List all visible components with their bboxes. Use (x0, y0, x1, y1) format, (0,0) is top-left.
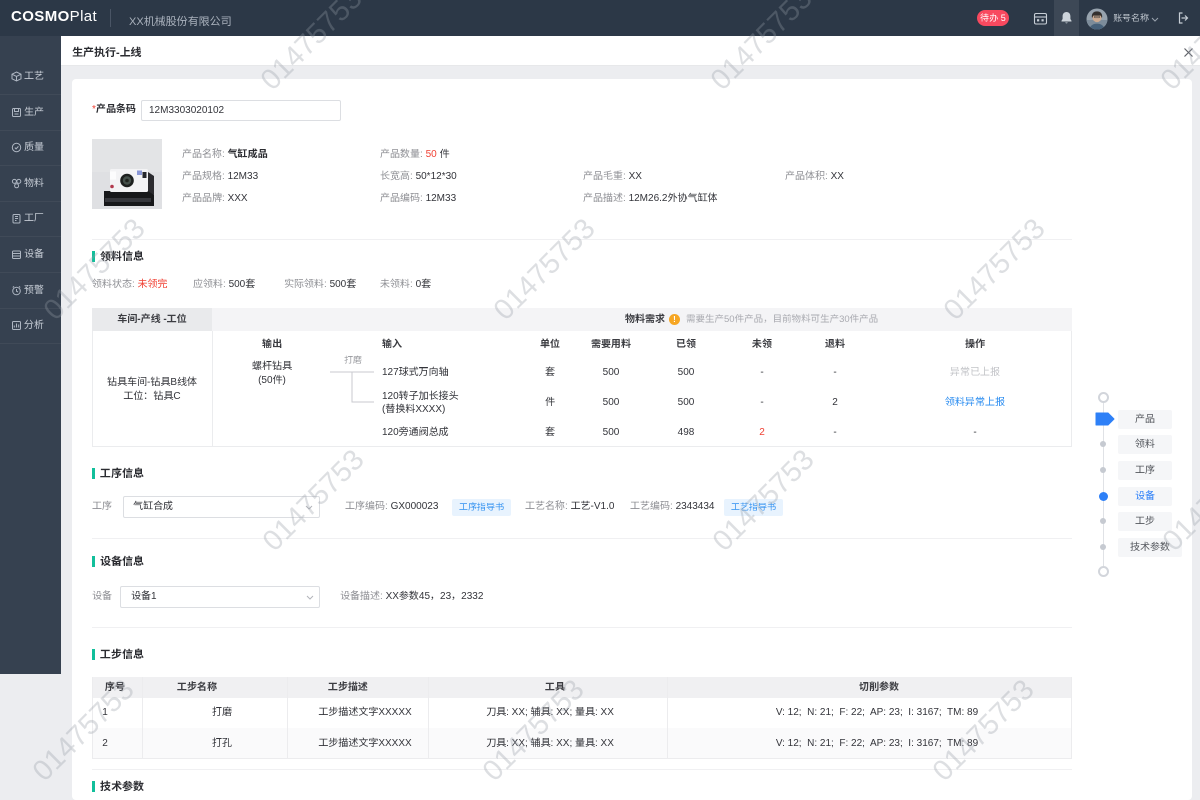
svg-text:打磨: 打磨 (344, 355, 362, 365)
